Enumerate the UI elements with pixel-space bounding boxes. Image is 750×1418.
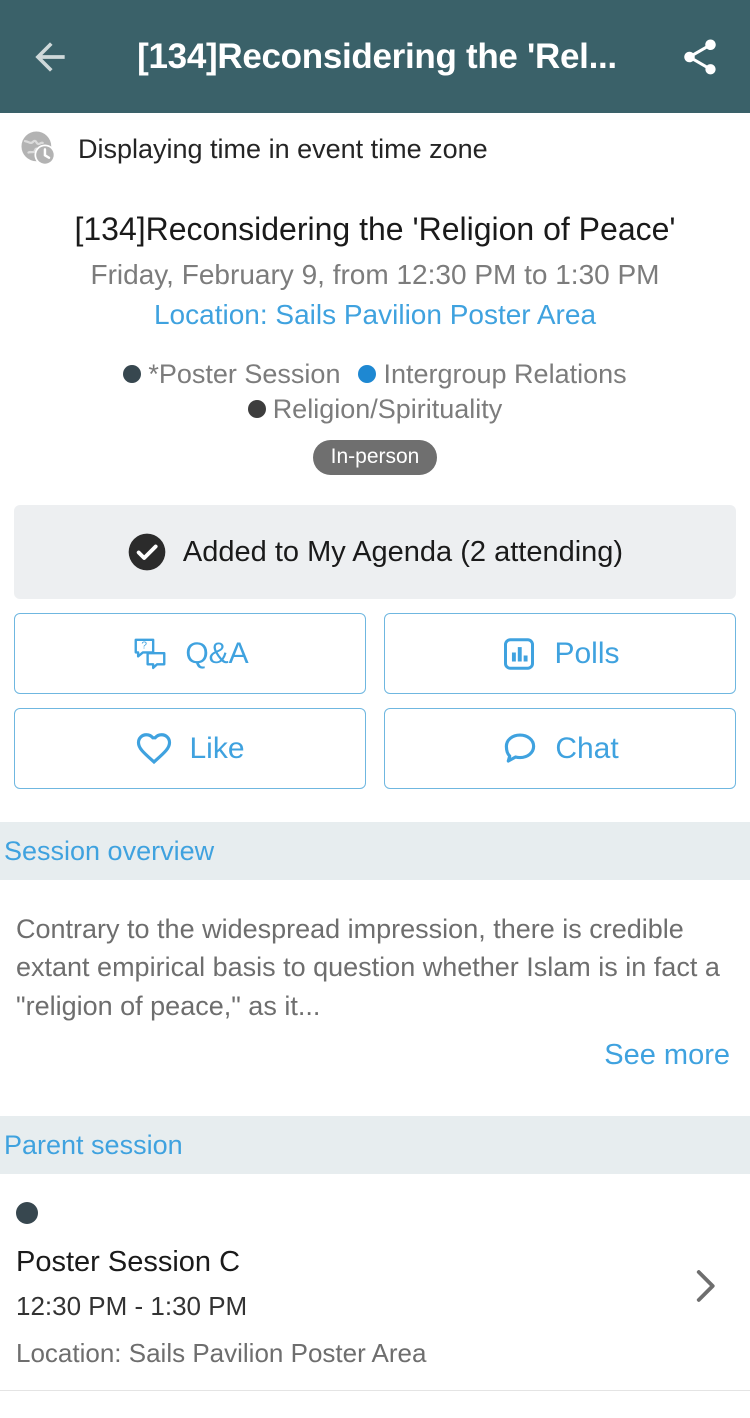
like-button-label: Like [189,731,245,765]
parent-session-chevron-button[interactable] [682,1263,728,1309]
section-header-parent-session: Parent session [0,1116,750,1175]
back-button[interactable] [22,29,78,85]
parent-session-row[interactable]: Poster Session C 12:30 PM - 1:30 PM Loca… [0,1174,750,1369]
section-header-label: Parent session [4,1129,183,1160]
parent-session-location: Location: Sails Pavilion Poster Area [16,1338,427,1369]
section-header-label: Session overview [4,835,215,866]
chat-button-label: Chat [555,731,619,765]
see-more-link[interactable]: See more [604,1039,730,1071]
chat-button[interactable]: Chat [384,708,736,790]
arrow-left-icon [35,41,65,72]
timezone-bar: Displaying time in event time zone [0,113,750,185]
svg-text:?: ? [142,640,148,651]
heart-icon [135,730,173,768]
like-button[interactable]: Like [14,708,366,790]
session-location-link[interactable]: Location: Sails Pavilion Poster Area [18,299,732,331]
chat-bubble-icon [501,730,539,768]
question-bubbles-icon: ? [131,635,169,673]
qa-button[interactable]: ? Q&A [14,613,366,695]
session-title: [134]Reconsidering the 'Religion of Peac… [74,211,676,247]
track-label: Religion/Spirituality [272,393,503,424]
polls-button[interactable]: Polls [384,613,736,695]
session-overview-body: Contrary to the widespread impression, t… [0,880,750,1072]
share-button[interactable] [672,29,728,85]
track-dot [247,399,266,418]
track-item[interactable]: Religion/Spirituality [247,392,503,427]
agenda-status-label: Added to My Agenda (2 attending) [182,535,624,568]
page-title: [134]Reconsidering the 'Rel... [137,36,617,76]
session-header-block: [134]Reconsidering the 'Religion of Peac… [0,185,750,331]
see-more-row: See more [16,1039,734,1072]
status-badge: In-person [312,440,438,476]
bottom-divider [0,1390,750,1392]
track-dot [123,365,142,384]
session-tracks: *Poster Session Intergroup Relations Relig… [0,357,750,426]
app-bar: [134]Reconsidering the 'Rel... [0,0,750,113]
action-button-grid: ? Q&A Polls Like Chat [0,599,750,790]
session-overview-text: Contrary to the widespread impression, t… [16,914,720,1021]
session-time: Friday, February 9, from 12:30 PM to 1:3… [90,259,660,290]
parent-session-details: Poster Session C 12:30 PM - 1:30 PM Loca… [16,1202,682,1369]
track-dot [358,365,377,384]
globe-clock-icon [21,131,56,166]
chevron-right-icon [696,1269,715,1302]
share-icon [684,39,716,74]
track-label: *Poster Session [148,359,341,389]
added-to-agenda-panel[interactable]: Added to My Agenda (2 attending) [14,505,736,600]
timezone-label: Displaying time in event time zone [78,133,488,164]
check-circle-icon [128,533,166,571]
parent-session-track-dot [16,1202,38,1225]
track-item[interactable]: Intergroup Relations [358,357,627,392]
polls-button-label: Polls [554,636,620,670]
parent-session-title: Poster Session C [16,1246,241,1279]
section-header-session-overview: Session overview [0,822,750,881]
qa-button-label: Q&A [185,636,249,670]
parent-session-time: 12:30 PM - 1:30 PM [16,1291,248,1322]
bar-chart-box-icon [500,635,538,673]
format-badge-row: In-person [0,440,750,476]
track-label: Intergroup Relations [383,359,627,389]
track-item[interactable]: *Poster Session [123,357,340,392]
